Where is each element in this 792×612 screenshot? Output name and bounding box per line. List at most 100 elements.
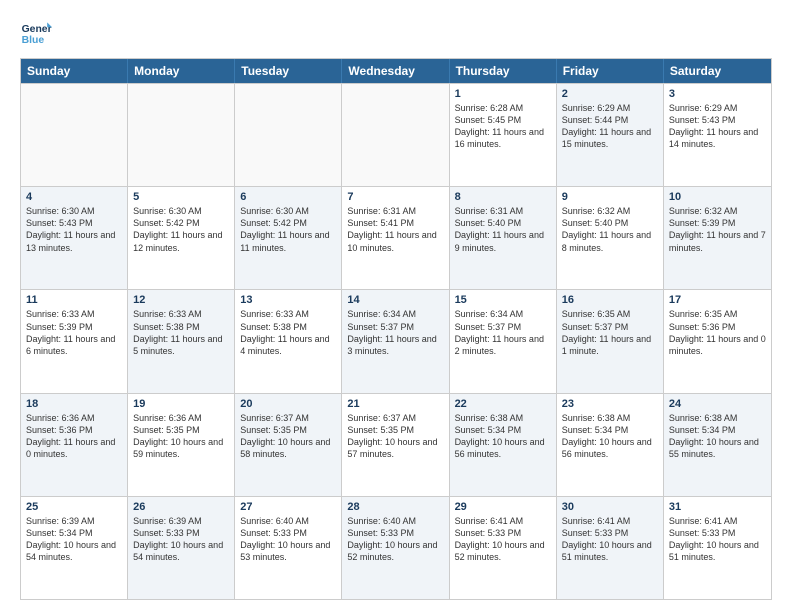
day-info: Sunrise: 6:32 AM Sunset: 5:40 PM Dayligh… <box>562 205 658 254</box>
week-row-5: 25 Sunrise: 6:39 AM Sunset: 5:34 PM Dayli… <box>21 496 771 599</box>
day-number: 12 <box>133 294 229 306</box>
day-number: 8 <box>455 191 551 203</box>
day-number: 14 <box>347 294 443 306</box>
day-cell-17: 17 Sunrise: 6:35 AM Sunset: 5:36 PM Dayli… <box>664 290 771 392</box>
day-number: 1 <box>455 88 551 100</box>
day-info: Sunrise: 6:40 AM Sunset: 5:33 PM Dayligh… <box>240 515 336 564</box>
day-info: Sunrise: 6:36 AM Sunset: 5:36 PM Dayligh… <box>26 412 122 461</box>
day-number: 15 <box>455 294 551 306</box>
calendar: SundayMondayTuesdayWednesdayThursdayFrid… <box>20 58 772 600</box>
day-cell-23: 23 Sunrise: 6:38 AM Sunset: 5:34 PM Dayli… <box>557 394 664 496</box>
day-number: 19 <box>133 398 229 410</box>
day-cell-15: 15 Sunrise: 6:34 AM Sunset: 5:37 PM Dayli… <box>450 290 557 392</box>
day-cell-24: 24 Sunrise: 6:38 AM Sunset: 5:34 PM Dayli… <box>664 394 771 496</box>
empty-cell <box>342 84 449 186</box>
day-cell-29: 29 Sunrise: 6:41 AM Sunset: 5:33 PM Dayli… <box>450 497 557 599</box>
day-info: Sunrise: 6:39 AM Sunset: 5:34 PM Dayligh… <box>26 515 122 564</box>
day-info: Sunrise: 6:31 AM Sunset: 5:41 PM Dayligh… <box>347 205 443 254</box>
day-info: Sunrise: 6:38 AM Sunset: 5:34 PM Dayligh… <box>455 412 551 461</box>
day-number: 29 <box>455 501 551 513</box>
day-cell-19: 19 Sunrise: 6:36 AM Sunset: 5:35 PM Dayli… <box>128 394 235 496</box>
day-cell-9: 9 Sunrise: 6:32 AM Sunset: 5:40 PM Daylig… <box>557 187 664 289</box>
day-info: Sunrise: 6:34 AM Sunset: 5:37 PM Dayligh… <box>347 308 443 357</box>
day-number: 30 <box>562 501 658 513</box>
day-info: Sunrise: 6:41 AM Sunset: 5:33 PM Dayligh… <box>455 515 551 564</box>
day-of-week-monday: Monday <box>128 59 235 83</box>
day-cell-13: 13 Sunrise: 6:33 AM Sunset: 5:38 PM Dayli… <box>235 290 342 392</box>
day-number: 13 <box>240 294 336 306</box>
day-of-week-tuesday: Tuesday <box>235 59 342 83</box>
day-cell-26: 26 Sunrise: 6:39 AM Sunset: 5:33 PM Dayli… <box>128 497 235 599</box>
day-info: Sunrise: 6:38 AM Sunset: 5:34 PM Dayligh… <box>669 412 766 461</box>
day-number: 20 <box>240 398 336 410</box>
day-number: 26 <box>133 501 229 513</box>
day-info: Sunrise: 6:33 AM Sunset: 5:38 PM Dayligh… <box>240 308 336 357</box>
logo-icon: General Blue <box>20 16 52 48</box>
calendar-body: 1Sunrise: 6:28 AM Sunset: 5:45 PM Daylig… <box>21 83 771 599</box>
day-of-week-friday: Friday <box>557 59 664 83</box>
day-number: 21 <box>347 398 443 410</box>
day-cell-2: 2Sunrise: 6:29 AM Sunset: 5:44 PM Daylig… <box>557 84 664 186</box>
day-info: Sunrise: 6:41 AM Sunset: 5:33 PM Dayligh… <box>562 515 658 564</box>
day-info: Sunrise: 6:30 AM Sunset: 5:42 PM Dayligh… <box>240 205 336 254</box>
day-cell-8: 8Sunrise: 6:31 AM Sunset: 5:40 PM Daylig… <box>450 187 557 289</box>
day-info: Sunrise: 6:32 AM Sunset: 5:39 PM Dayligh… <box>669 205 766 254</box>
day-number: 5 <box>133 191 229 203</box>
day-cell-14: 14 Sunrise: 6:34 AM Sunset: 5:37 PM Dayli… <box>342 290 449 392</box>
logo: General Blue <box>20 16 52 48</box>
day-number: 4 <box>26 191 122 203</box>
day-cell-11: 11 Sunrise: 6:33 AM Sunset: 5:39 PM Dayli… <box>21 290 128 392</box>
week-row-1: 1Sunrise: 6:28 AM Sunset: 5:45 PM Daylig… <box>21 83 771 186</box>
day-number: 3 <box>669 88 766 100</box>
day-cell-30: 30 Sunrise: 6:41 AM Sunset: 5:33 PM Dayli… <box>557 497 664 599</box>
day-cell-1: 1Sunrise: 6:28 AM Sunset: 5:45 PM Daylig… <box>450 84 557 186</box>
day-cell-27: 27 Sunrise: 6:40 AM Sunset: 5:33 PM Dayli… <box>235 497 342 599</box>
day-info: Sunrise: 6:33 AM Sunset: 5:39 PM Dayligh… <box>26 308 122 357</box>
day-info: Sunrise: 6:37 AM Sunset: 5:35 PM Dayligh… <box>347 412 443 461</box>
day-number: 23 <box>562 398 658 410</box>
day-of-week-sunday: Sunday <box>21 59 128 83</box>
day-cell-10: 10Sunrise: 6:32 AM Sunset: 5:39 PM Dayli… <box>664 187 771 289</box>
day-cell-4: 4 Sunrise: 6:30 AM Sunset: 5:43 PM Daylig… <box>21 187 128 289</box>
day-info: Sunrise: 6:38 AM Sunset: 5:34 PM Dayligh… <box>562 412 658 461</box>
day-info: Sunrise: 6:29 AM Sunset: 5:43 PM Dayligh… <box>669 102 766 151</box>
day-cell-31: 31 Sunrise: 6:41 AM Sunset: 5:33 PM Dayli… <box>664 497 771 599</box>
empty-cell <box>235 84 342 186</box>
day-number: 25 <box>26 501 122 513</box>
day-number: 22 <box>455 398 551 410</box>
day-cell-3: 3 Sunrise: 6:29 AM Sunset: 5:43 PM Daylig… <box>664 84 771 186</box>
day-number: 17 <box>669 294 766 306</box>
day-cell-12: 12 Sunrise: 6:33 AM Sunset: 5:38 PM Dayli… <box>128 290 235 392</box>
day-info: Sunrise: 6:34 AM Sunset: 5:37 PM Dayligh… <box>455 308 551 357</box>
day-number: 31 <box>669 501 766 513</box>
day-number: 28 <box>347 501 443 513</box>
day-info: Sunrise: 6:30 AM Sunset: 5:43 PM Dayligh… <box>26 205 122 254</box>
week-row-3: 11 Sunrise: 6:33 AM Sunset: 5:39 PM Dayli… <box>21 289 771 392</box>
day-info: Sunrise: 6:35 AM Sunset: 5:36 PM Dayligh… <box>669 308 766 357</box>
day-info: Sunrise: 6:41 AM Sunset: 5:33 PM Dayligh… <box>669 515 766 564</box>
day-of-week-saturday: Saturday <box>664 59 771 83</box>
day-cell-20: 20 Sunrise: 6:37 AM Sunset: 5:35 PM Dayli… <box>235 394 342 496</box>
day-of-week-wednesday: Wednesday <box>342 59 449 83</box>
day-number: 9 <box>562 191 658 203</box>
day-info: Sunrise: 6:36 AM Sunset: 5:35 PM Dayligh… <box>133 412 229 461</box>
day-info: Sunrise: 6:40 AM Sunset: 5:33 PM Dayligh… <box>347 515 443 564</box>
day-info: Sunrise: 6:33 AM Sunset: 5:38 PM Dayligh… <box>133 308 229 357</box>
day-info: Sunrise: 6:30 AM Sunset: 5:42 PM Dayligh… <box>133 205 229 254</box>
day-number: 6 <box>240 191 336 203</box>
day-number: 11 <box>26 294 122 306</box>
day-number: 24 <box>669 398 766 410</box>
day-of-week-thursday: Thursday <box>450 59 557 83</box>
day-info: Sunrise: 6:37 AM Sunset: 5:35 PM Dayligh… <box>240 412 336 461</box>
calendar-page: General Blue SundayMondayTuesdayWednesda… <box>0 0 792 612</box>
day-cell-7: 7Sunrise: 6:31 AM Sunset: 5:41 PM Daylig… <box>342 187 449 289</box>
day-number: 27 <box>240 501 336 513</box>
day-cell-22: 22 Sunrise: 6:38 AM Sunset: 5:34 PM Dayli… <box>450 394 557 496</box>
day-info: Sunrise: 6:39 AM Sunset: 5:33 PM Dayligh… <box>133 515 229 564</box>
week-row-4: 18Sunrise: 6:36 AM Sunset: 5:36 PM Dayli… <box>21 393 771 496</box>
day-cell-6: 6 Sunrise: 6:30 AM Sunset: 5:42 PM Daylig… <box>235 187 342 289</box>
day-cell-25: 25 Sunrise: 6:39 AM Sunset: 5:34 PM Dayli… <box>21 497 128 599</box>
day-cell-5: 5 Sunrise: 6:30 AM Sunset: 5:42 PM Daylig… <box>128 187 235 289</box>
empty-cell <box>21 84 128 186</box>
day-cell-18: 18Sunrise: 6:36 AM Sunset: 5:36 PM Dayli… <box>21 394 128 496</box>
